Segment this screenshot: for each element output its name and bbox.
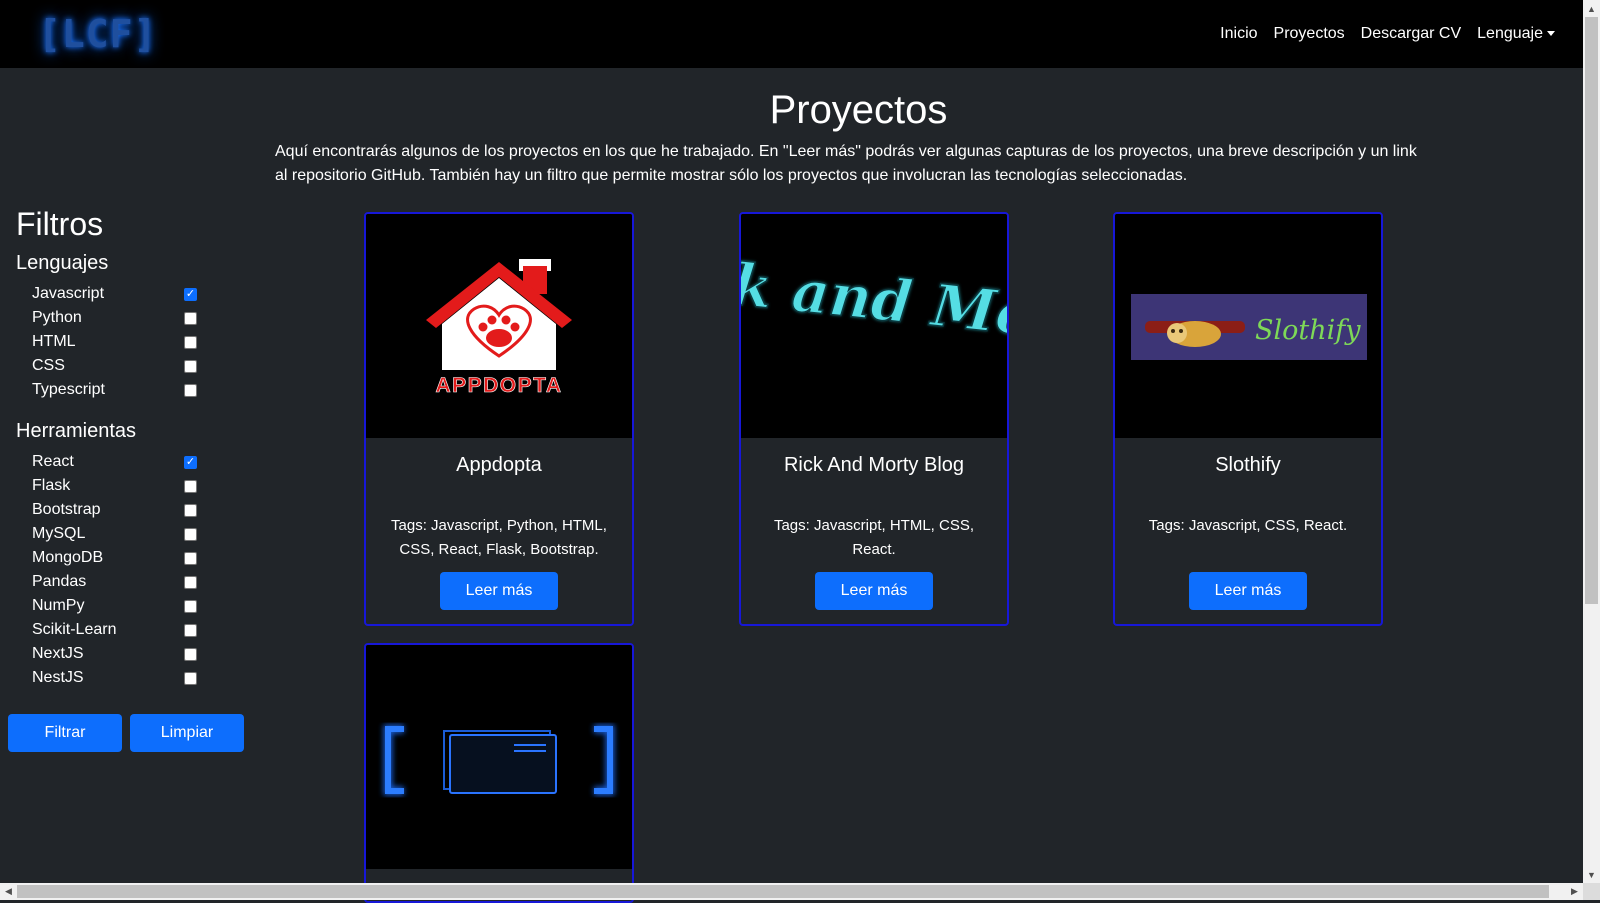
vertical-scroll-thumb[interactable] <box>1585 17 1598 604</box>
project-image: Rick and Morty Rick and Morty <box>741 214 1007 438</box>
folder-icon <box>449 734 557 794</box>
project-image <box>366 645 632 869</box>
checkbox-typescript[interactable] <box>184 383 197 397</box>
nav-link-descargar-cv[interactable]: Descargar CV <box>1353 22 1469 46</box>
languages-title: Lenguajes <box>16 252 109 274</box>
read-more-button[interactable]: Leer más <box>1189 572 1307 610</box>
filter-mysql: MySQL <box>32 522 197 546</box>
nav-links: Inicio Proyectos Descargar CV Lenguaje <box>1212 22 1563 46</box>
checkbox-python[interactable] <box>184 311 197 325</box>
filter-label: NumPy <box>32 597 85 614</box>
filters-title: Filtros <box>16 206 104 242</box>
appdopta-logo-text: APPDOPTA <box>435 374 562 397</box>
bracket-left-icon <box>385 726 404 794</box>
appdopta-logo: APPDOPTA <box>426 259 572 397</box>
page-title: Proyectos <box>769 88 948 132</box>
filter-html: HTML <box>32 330 197 354</box>
slothify-logo: Slothify <box>1131 294 1367 360</box>
filter-nextjs: NextJS <box>32 642 197 666</box>
filter-bootstrap: Bootstrap <box>32 498 197 522</box>
filter-label: Typescript <box>32 381 105 398</box>
project-card-appdopta: APPDOPTA Appdopta Tags: Javascript, Pyth… <box>364 212 634 626</box>
filter-label: MongoDB <box>32 549 104 566</box>
tools-filter-list: React ✓ Flask Bootstrap MySQL MongoDB Pan… <box>32 450 197 690</box>
project-title: Appdopta <box>456 454 542 476</box>
scroll-right-icon[interactable]: ▶ <box>1566 883 1583 900</box>
filter-typescript: Typescript <box>32 378 197 402</box>
filter-label: Python <box>32 309 82 326</box>
checkbox-numpy[interactable] <box>184 599 197 613</box>
filter-react: React ✓ <box>32 450 197 474</box>
filter-flask: Flask <box>32 474 197 498</box>
scrollbar-corner <box>1583 883 1600 900</box>
horizontal-scroll-thumb[interactable] <box>17 885 1549 898</box>
caret-down-icon <box>1547 31 1555 37</box>
filter-mongodb: MongoDB <box>32 546 197 570</box>
filter-label: Scikit-Learn <box>32 621 117 638</box>
checkbox-bootstrap[interactable] <box>184 503 197 517</box>
project-image: APPDOPTA <box>366 214 632 438</box>
nav-link-proyectos[interactable]: Proyectos <box>1266 22 1353 46</box>
filter-label: Pandas <box>32 573 87 590</box>
filter-label: HTML <box>32 333 76 350</box>
project-card-rick-and-morty: Rick and Morty Rick and Morty Rick And M… <box>739 212 1009 626</box>
rick-and-morty-logo-text: Rick and Morty <box>741 239 1007 360</box>
checkbox-mongodb[interactable] <box>184 551 197 565</box>
project-title: Rick And Morty Blog <box>783 454 965 476</box>
checkbox-javascript[interactable]: ✓ <box>184 287 197 301</box>
slothify-logo-text: Slothify <box>1255 315 1361 346</box>
filter-label: NestJS <box>32 669 84 686</box>
folder-logo <box>383 724 615 796</box>
nav-link-inicio[interactable]: Inicio <box>1212 22 1265 46</box>
checkbox-nestjs[interactable] <box>184 671 197 685</box>
bracket-right-icon <box>594 726 613 794</box>
brand-logo[interactable]: [LCF] <box>38 10 157 58</box>
project-title: Slothify <box>1215 454 1281 476</box>
nav-dropdown-label: Lenguaje <box>1477 25 1543 42</box>
intro-text: Aquí encontrarás algunos de los proyecto… <box>275 143 1417 184</box>
filter-css: CSS <box>32 354 197 378</box>
checkbox-flask[interactable] <box>184 479 197 493</box>
project-card-slothify: Slothify Slothify Tags: Javascript, CSS,… <box>1113 212 1383 626</box>
project-tags: Tags: Javascript, HTML, CSS, React. <box>773 517 975 558</box>
checkbox-mysql[interactable] <box>184 527 197 541</box>
project-tags: Tags: Javascript, Python, HTML, CSS, Rea… <box>391 517 607 558</box>
checkbox-nextjs[interactable] <box>184 647 197 661</box>
checkbox-html[interactable] <box>184 335 197 349</box>
filter-label: Bootstrap <box>32 501 101 518</box>
filter-nestjs: NestJS <box>32 666 197 690</box>
scroll-down-icon[interactable]: ▼ <box>1583 866 1600 883</box>
checkbox-css[interactable] <box>184 359 197 373</box>
filter-label: Javascript <box>32 285 105 302</box>
filter-label: NextJS <box>32 645 84 662</box>
filter-numpy: NumPy <box>32 594 197 618</box>
scroll-left-icon[interactable]: ◀ <box>0 883 17 900</box>
project-tags: Tags: Javascript, CSS, React. <box>1148 517 1348 534</box>
nav-dropdown-lenguaje[interactable]: Lenguaje <box>1469 22 1563 46</box>
filter-label: CSS <box>32 357 65 374</box>
clear-button[interactable]: Limpiar <box>130 714 244 752</box>
read-more-button[interactable]: Leer más <box>815 572 933 610</box>
checkbox-react[interactable]: ✓ <box>184 455 197 469</box>
tools-title: Herramientas <box>16 420 137 442</box>
project-image: Slothify <box>1115 214 1381 438</box>
filter-label: Flask <box>32 477 71 494</box>
project-card-4 <box>364 643 634 903</box>
languages-filter-list: Javascript ✓ Python HTML CSS Typescript <box>32 282 197 402</box>
filter-scikit-learn: Scikit-Learn <box>32 618 197 642</box>
filter-button[interactable]: Filtrar <box>8 714 122 752</box>
filter-python: Python <box>32 306 197 330</box>
vertical-scrollbar[interactable]: ▲ ▼ <box>1583 0 1600 883</box>
read-more-button[interactable]: Leer más <box>440 572 558 610</box>
navbar: [LCF] Inicio Proyectos Descargar CV Leng… <box>0 0 1583 68</box>
checkbox-pandas[interactable] <box>184 575 197 589</box>
rick-and-morty-logo: Rick and Morty Rick and Morty <box>741 238 1007 361</box>
filter-javascript: Javascript ✓ <box>32 282 197 306</box>
checkbox-scikit-learn[interactable] <box>184 623 197 637</box>
scroll-up-icon[interactable]: ▲ <box>1583 0 1600 17</box>
filter-pandas: Pandas <box>32 570 197 594</box>
filter-label: MySQL <box>32 525 86 542</box>
filter-label: React <box>32 453 74 470</box>
horizontal-scrollbar[interactable]: ◀ ▶ <box>0 883 1583 900</box>
